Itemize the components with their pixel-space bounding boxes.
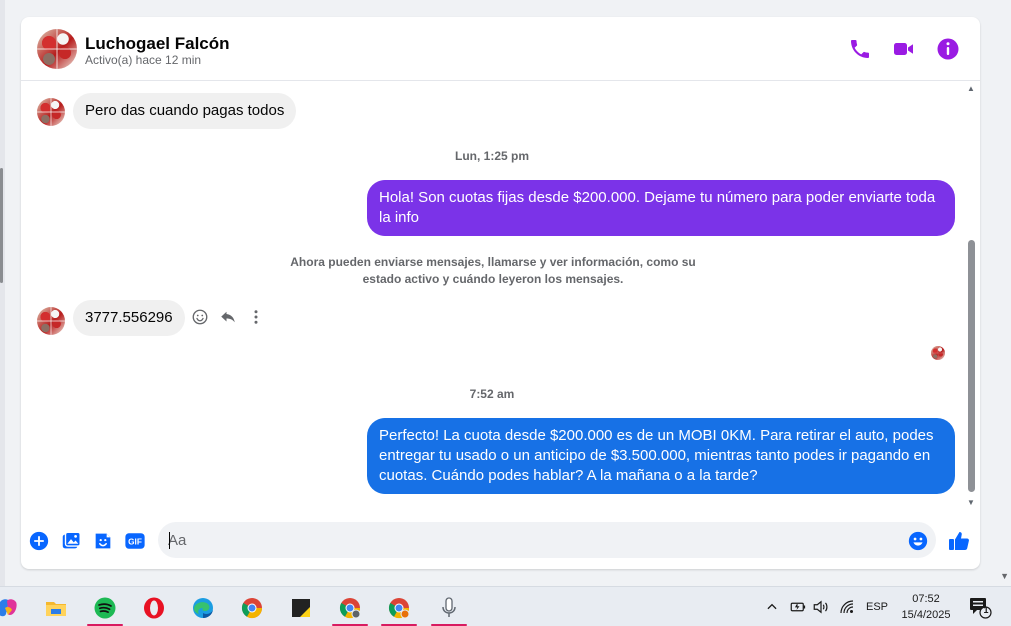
notification-count: 1 [983, 605, 989, 615]
sticker-icon[interactable] [92, 530, 114, 552]
system-notice: Ahora pueden enviarse mensajes, llamarse… [290, 255, 696, 286]
seen-indicator-avatar [931, 346, 945, 360]
contact-avatar[interactable] [37, 29, 77, 69]
chrome-profile-2-icon[interactable] [379, 590, 419, 626]
contact-name[interactable]: Luchogael Falcón [85, 34, 230, 54]
video-icon[interactable] [892, 37, 916, 61]
language-indicator[interactable]: ESP [866, 587, 888, 626]
chrome-icon[interactable] [232, 590, 272, 626]
volume-icon[interactable] [812, 587, 830, 626]
phone-icon[interactable] [848, 37, 872, 61]
windows-taskbar: ESP 07:52 15/4/2025 1 [0, 586, 1011, 626]
edge-icon[interactable] [183, 590, 223, 626]
chat-header: Luchogael Falcón Activo(a) hace 12 min [21, 17, 980, 81]
sender-avatar[interactable] [37, 98, 65, 126]
message-scrollbar[interactable]: ▲ ▼ [965, 82, 977, 509]
clock-date: 15/4/2025 [901, 609, 951, 621]
chat-window: Luchogael Falcón Activo(a) hace 12 min P… [21, 17, 980, 569]
sender-avatar[interactable] [37, 307, 65, 335]
voice-recorder-icon[interactable] [429, 590, 469, 626]
chrome-profile-1-icon[interactable] [330, 590, 370, 626]
emoji-icon[interactable] [907, 530, 929, 552]
message-timestamp: 7:52 am [469, 387, 515, 401]
more-icon[interactable] [247, 308, 265, 326]
gif-label: GIF [128, 538, 142, 547]
outgoing-message[interactable]: Perfecto! La cuota desde $200.000 es de … [367, 418, 955, 494]
incoming-message[interactable]: Pero das cuando pagas todos [73, 93, 297, 129]
info-icon[interactable] [936, 37, 960, 61]
message-timestamp: Lun, 1:25 pm [454, 149, 529, 163]
spotify-icon[interactable] [85, 590, 125, 626]
scroll-down-arrow[interactable]: ▼ [967, 498, 975, 507]
reply-icon[interactable] [219, 308, 237, 326]
composer-bar: GIF [21, 517, 980, 569]
file-explorer-icon[interactable] [36, 590, 76, 626]
contact-status: Activo(a) hace 12 min [85, 53, 202, 67]
notifications-icon[interactable]: 1 [968, 595, 992, 619]
incoming-message[interactable]: 3777.556296 [73, 300, 185, 336]
left-scroll-edge [0, 0, 5, 586]
wifi-icon[interactable] [838, 587, 856, 626]
outgoing-message[interactable]: Hola! Son cuotas fijas desde $200.000. D… [367, 180, 955, 236]
message-list: Pero das cuando pagas todos Lun, 1:25 pm… [21, 82, 980, 507]
image-icon[interactable] [60, 530, 82, 552]
copilot-app-icon[interactable] [0, 590, 28, 626]
emoji-react-icon[interactable] [191, 308, 209, 326]
show-hidden-icons-chevron[interactable] [765, 587, 779, 626]
outer-scroll-down-arrow[interactable]: ▼ [1000, 571, 1009, 581]
message-input[interactable] [158, 522, 936, 558]
clock-time: 07:52 [912, 593, 940, 605]
system-clock[interactable]: 07:52 15/4/2025 [896, 591, 956, 623]
text-caret [169, 532, 170, 549]
sticky-notes-icon[interactable] [281, 590, 321, 626]
scroll-thumb[interactable] [968, 240, 975, 492]
gif-icon[interactable]: GIF [124, 530, 146, 552]
plus-icon[interactable] [28, 530, 50, 552]
like-icon[interactable] [947, 529, 971, 553]
opera-icon[interactable] [134, 590, 174, 626]
scroll-up-arrow[interactable]: ▲ [967, 84, 975, 93]
battery-icon[interactable] [789, 587, 807, 626]
left-scroll-thumb[interactable] [0, 168, 3, 283]
